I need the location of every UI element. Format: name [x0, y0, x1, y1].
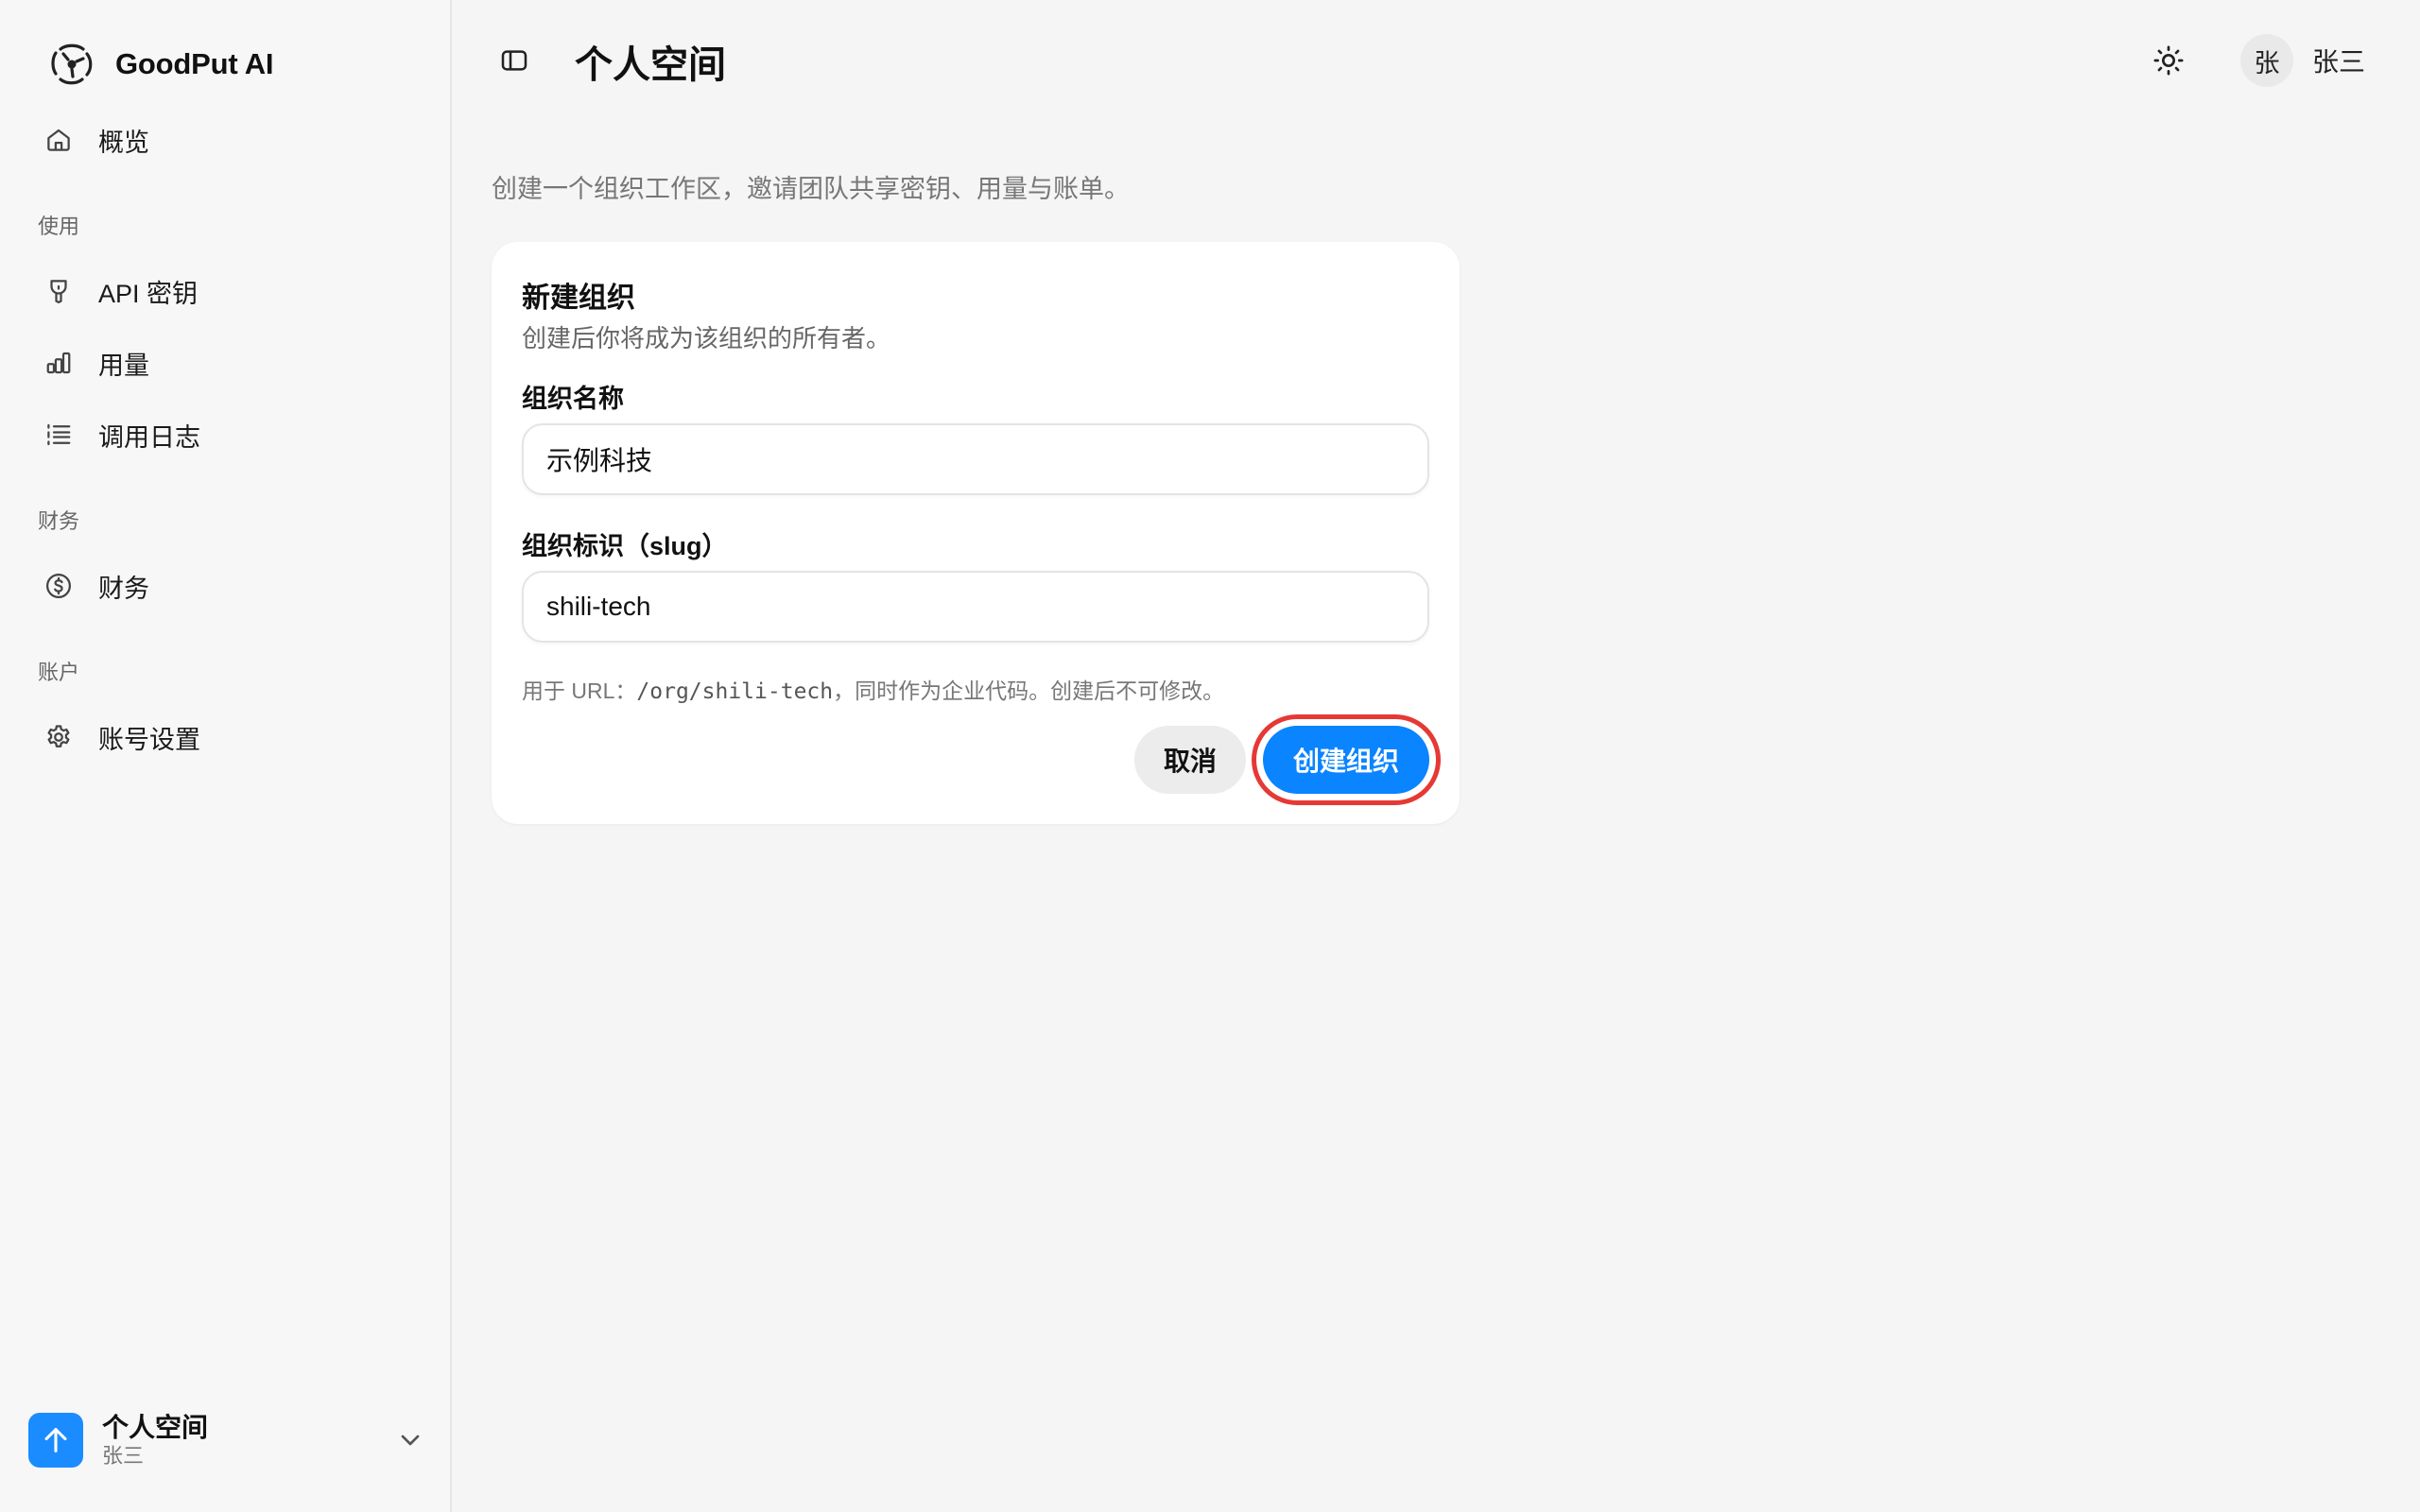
brand-name: GoodPut AI: [115, 47, 274, 80]
sidebar-item-label: 概览: [98, 128, 149, 157]
user-menu[interactable]: 张 张三: [2240, 34, 2365, 87]
goodput-logo-icon: [51, 43, 93, 85]
arrow-up-icon: [44, 1428, 67, 1452]
bar-chart-icon: [42, 346, 76, 380]
sidebar-item-usage[interactable]: 用量: [38, 333, 416, 393]
sidebar-item-label: 财务: [98, 574, 149, 603]
sidebar-item-label: API 密钥: [98, 279, 199, 308]
sidebar-item-account-settings[interactable]: 账号设置: [38, 707, 416, 767]
org-slug-label: 组织标识（slug）: [522, 532, 728, 560]
sidebar-item-label: 用量: [98, 351, 149, 380]
org-name-label: 组织名称: [522, 385, 624, 413]
page-title: 个人空间: [575, 44, 726, 86]
sidebar-item-overview[interactable]: 概览: [38, 110, 416, 170]
page-intro: 创建一个组织工作区，邀请团队共享密钥、用量与账单。: [492, 175, 1130, 203]
home-icon: [42, 123, 76, 157]
section-title-finance: 财务: [38, 509, 80, 533]
slug-hint: 用于 URL：/org/shili-tech，同时作为企业代码。创建后不可修改。: [522, 673, 1224, 705]
workspace-subtitle: 张三: [102, 1444, 145, 1468]
hint-path: /org/shili-tech: [636, 679, 834, 704]
sidebar-panel-icon: [501, 50, 527, 71]
user-name: 张三: [2312, 47, 2366, 77]
sidebar-item-label: 调用日志: [98, 422, 200, 452]
section-title-account: 账户: [38, 661, 80, 684]
section-title-usage: 使用: [38, 215, 80, 238]
theme-toggle-button[interactable]: [2146, 38, 2191, 83]
workspace-title: 个人空间: [102, 1413, 209, 1442]
hint-prefix: 用于 URL：: [522, 679, 637, 703]
list-icon: [42, 418, 76, 452]
sidebar-item-finance[interactable]: 财务: [38, 556, 416, 616]
org-slug-input[interactable]: [522, 571, 1429, 643]
hint-suffix: ，同时作为企业代码。创建后不可修改。: [833, 679, 1225, 703]
chevron-down-icon: [401, 1435, 420, 1446]
sun-icon: [2153, 45, 2184, 76]
card-subtitle: 创建后你将成为该组织的所有者。: [522, 324, 891, 352]
brand[interactable]: GoodPut AI: [47, 38, 274, 91]
card-title: 新建组织: [522, 283, 635, 314]
sidebar-toggle-button[interactable]: [495, 42, 533, 79]
sidebar-item-label: 账号设置: [98, 725, 200, 754]
key-icon: [42, 274, 76, 308]
sidebar: GoodPut AI 概览 使用 API 密钥 用量 调用日志 财务 财务 账户…: [0, 0, 452, 1512]
gear-icon: [42, 720, 76, 754]
workspace-switcher[interactable]: 个人空间 张三: [28, 1406, 425, 1474]
sidebar-item-call-logs[interactable]: 调用日志: [38, 404, 416, 465]
dollar-circle-icon: [42, 569, 76, 603]
sidebar-item-api-keys[interactable]: API 密钥: [38, 261, 416, 321]
org-name-input[interactable]: [522, 423, 1429, 495]
create-organization-card: 新建组织 创建后你将成为该组织的所有者。 组织名称 组织标识（slug） 用于 …: [492, 242, 1460, 824]
avatar: 张: [2240, 34, 2293, 87]
create-organization-button[interactable]: 创建组织: [1263, 726, 1429, 794]
cancel-button[interactable]: 取消: [1134, 726, 1246, 794]
workspace-text: 个人空间 张三: [102, 1412, 208, 1469]
workspace-badge: [28, 1413, 83, 1468]
